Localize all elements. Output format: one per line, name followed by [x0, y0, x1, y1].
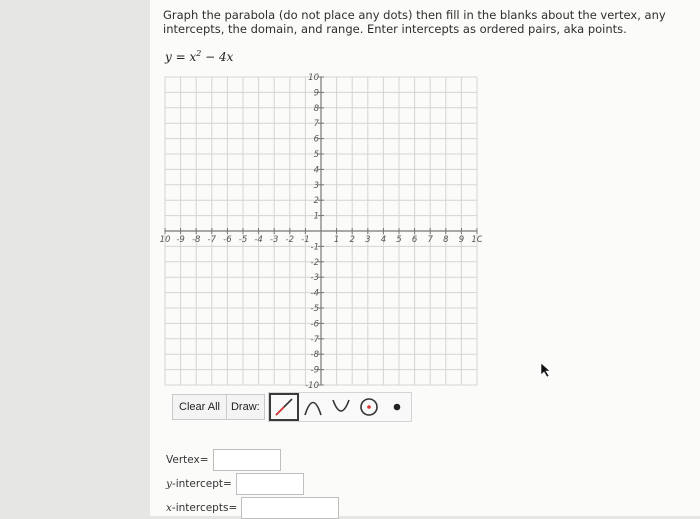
x-tick-label: 9	[459, 235, 464, 245]
y-tick-label: 9	[314, 88, 319, 98]
y-tick-label: 3	[314, 181, 319, 191]
y-tick-label: -8	[311, 350, 320, 360]
x-tick-label: -1	[301, 235, 309, 245]
y-intercept-label: -intercept	[171, 478, 223, 490]
y-tick-label: -3	[311, 273, 319, 283]
equation-equals: =	[171, 50, 190, 64]
equation: y = x2 − 4x	[165, 49, 233, 64]
x-tick-label: 1	[334, 235, 339, 245]
y-tick-label: -9	[311, 366, 319, 376]
x-tick-label: 6	[412, 235, 418, 245]
x-tick-label: -8	[192, 235, 201, 245]
vertex-row: Vertex =	[166, 449, 281, 471]
x-tick-label: 4	[381, 235, 386, 245]
equation-lhs: y	[165, 50, 172, 64]
y-tick-label: -1	[311, 242, 319, 252]
x-tick-label: 10	[160, 235, 170, 245]
x-tick-label: 7	[427, 235, 433, 245]
draw-tools	[267, 392, 412, 422]
x-intercepts-label: -intercepts	[171, 502, 229, 514]
clear-all-button[interactable]: Clear All	[172, 394, 227, 420]
y-tick-label: -10	[305, 381, 319, 390]
y-tick-label: 1	[314, 212, 319, 222]
y-tick-label: 7	[314, 119, 320, 129]
x-tick-label: -2	[286, 235, 294, 245]
y-tick-label: -2	[311, 258, 319, 268]
x-tick-label: -7	[208, 235, 217, 245]
x-tick-label: 2	[349, 235, 354, 245]
draw-label: Draw:	[226, 394, 265, 420]
y-tick-label: 2	[314, 196, 319, 206]
x-tick-label: -4	[254, 235, 262, 245]
x-tick-label: -6	[223, 235, 232, 245]
vertex-input[interactable]	[212, 449, 281, 471]
x-tick-label: 1C	[471, 235, 482, 245]
x-tick-label: 5	[396, 235, 401, 245]
y-intercept-input[interactable]	[235, 473, 304, 495]
graph-toolbar: Clear All Draw:	[172, 392, 412, 422]
point-icon	[393, 403, 401, 411]
y-tick-label: -6	[311, 319, 320, 329]
x-tick-label: -5	[239, 235, 247, 245]
y-tick-label: -7	[311, 335, 320, 345]
parabola-open-down-icon	[303, 401, 322, 416]
circle-tool-button[interactable]	[355, 393, 383, 421]
mouse-cursor-icon	[540, 362, 551, 378]
y-tick-label: 4	[314, 165, 319, 175]
x-tick-label: 8	[443, 235, 449, 245]
y-tick-label: -4	[311, 289, 319, 299]
x-tick-label: 3	[365, 235, 370, 245]
x-tick-label: -9	[176, 235, 184, 245]
y-intercept-row: y -intercept =	[166, 473, 304, 495]
graph-canvas[interactable]: 10 -9 -8 -7 -6 -5 -4 -3 -2 -1 1 2 3 4 5 6 7 8 9 1C 10987654…	[160, 72, 482, 390]
y-tick-label: 8	[314, 104, 320, 114]
y-intercept-equals: =	[222, 478, 232, 490]
y-tick-label: 6	[314, 135, 320, 145]
y-tick-label: 10	[308, 73, 319, 83]
vertex-label: Vertex	[166, 454, 200, 466]
y-tick-label: 5	[314, 150, 319, 160]
equation-rest: − 4x	[201, 50, 234, 64]
vertex-equals: =	[199, 454, 209, 466]
x-tick-label: -3	[270, 235, 278, 245]
parabola-open-up-icon	[331, 399, 350, 412]
parabola-down-tool-button[interactable]	[299, 393, 327, 421]
x-intercepts-equals: =	[228, 502, 238, 514]
line-tool-button[interactable]	[268, 393, 299, 421]
y-tick-label: -5	[311, 304, 319, 314]
question-instructions: Graph the parabola (do not place any dot…	[163, 8, 666, 36]
line-tool-icon	[275, 398, 293, 416]
point-tool-button[interactable]	[383, 393, 411, 421]
parabola-up-tool-button[interactable]	[327, 393, 355, 421]
circle-icon	[359, 398, 378, 416]
